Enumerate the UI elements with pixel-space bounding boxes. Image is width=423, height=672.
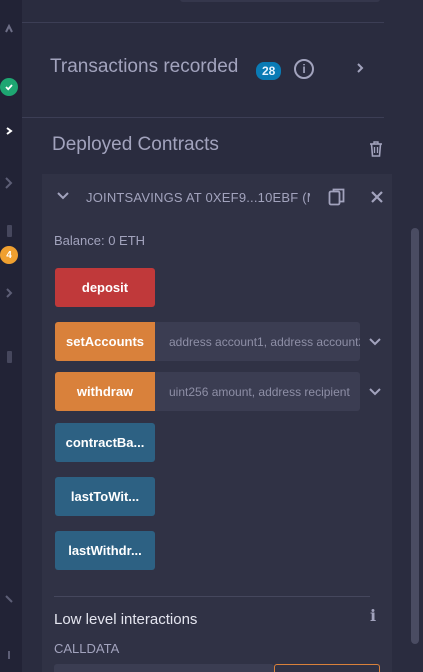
- compile-success-icon[interactable]: [0, 78, 18, 96]
- deposit-button[interactable]: deposit: [55, 268, 155, 307]
- chevron-down-icon[interactable]: [56, 191, 70, 201]
- calldata-input[interactable]: [54, 664, 274, 672]
- contract-address-label: JOINTSAVINGS AT 0XEF9...10EBF (MEMORY): [86, 190, 310, 205]
- transact-button[interactable]: [274, 664, 380, 672]
- trash-icon[interactable]: [368, 140, 384, 158]
- lasttowithdraw-button[interactable]: lastToWit...: [55, 477, 155, 516]
- icon-sidebar: 4: [0, 0, 22, 672]
- lastwithdrawamount-button[interactable]: lastWithdr...: [55, 531, 155, 570]
- divider: [22, 22, 384, 23]
- value-input-edge[interactable]: [180, 0, 380, 2]
- copy-icon[interactable]: [328, 187, 346, 207]
- deployed-contracts-title: Deployed Contracts: [52, 134, 219, 155]
- divider: [22, 117, 384, 118]
- plugin-icon[interactable]: [0, 222, 18, 240]
- debugger-icon[interactable]: [0, 174, 18, 192]
- deploy-run-icon[interactable]: [0, 122, 18, 140]
- files-icon[interactable]: [0, 348, 18, 366]
- scrollbar[interactable]: [411, 228, 419, 644]
- low-level-interactions-title: Low level interactions: [54, 611, 198, 628]
- info-icon[interactable]: i: [294, 59, 314, 79]
- deployed-contract-card: JOINTSAVINGS AT 0XEF9...10EBF (MEMORY) B…: [42, 174, 392, 672]
- chevron-right-icon[interactable]: [0, 284, 18, 302]
- calldata-label: CALLDATA: [54, 641, 120, 656]
- deploy-run-panel: Transactions recorded 28 i Deployed Cont…: [22, 0, 423, 672]
- plugin-manager-icon[interactable]: [0, 646, 18, 664]
- warning-badge-icon[interactable]: 4: [0, 246, 18, 264]
- setaccounts-params-input[interactable]: address account1, address account2: [155, 322, 360, 361]
- chevron-right-icon[interactable]: [354, 58, 368, 78]
- chevron-down-icon[interactable]: [368, 387, 382, 397]
- divider: [54, 596, 370, 597]
- transactions-recorded-label[interactable]: Transactions recorded: [50, 56, 238, 78]
- info-icon[interactable]: i: [370, 606, 378, 625]
- app-root: 4 Transactions recorded 28 i Deployed Co…: [0, 0, 423, 672]
- home-icon[interactable]: [0, 20, 18, 38]
- setaccounts-button[interactable]: setAccounts: [55, 322, 155, 361]
- settings-icon[interactable]: [0, 590, 18, 608]
- contract-balance: Balance: 0 ETH: [54, 233, 146, 248]
- contractbalance-button[interactable]: contractBa...: [55, 423, 155, 462]
- contract-header[interactable]: JOINTSAVINGS AT 0XEF9...10EBF (MEMORY): [42, 174, 392, 220]
- transactions-count-badge: 28: [256, 62, 282, 80]
- withdraw-params-input[interactable]: uint256 amount, address recipient: [155, 372, 360, 411]
- withdraw-button[interactable]: withdraw: [55, 372, 155, 411]
- chevron-down-icon[interactable]: [368, 337, 382, 347]
- close-icon[interactable]: [370, 190, 384, 204]
